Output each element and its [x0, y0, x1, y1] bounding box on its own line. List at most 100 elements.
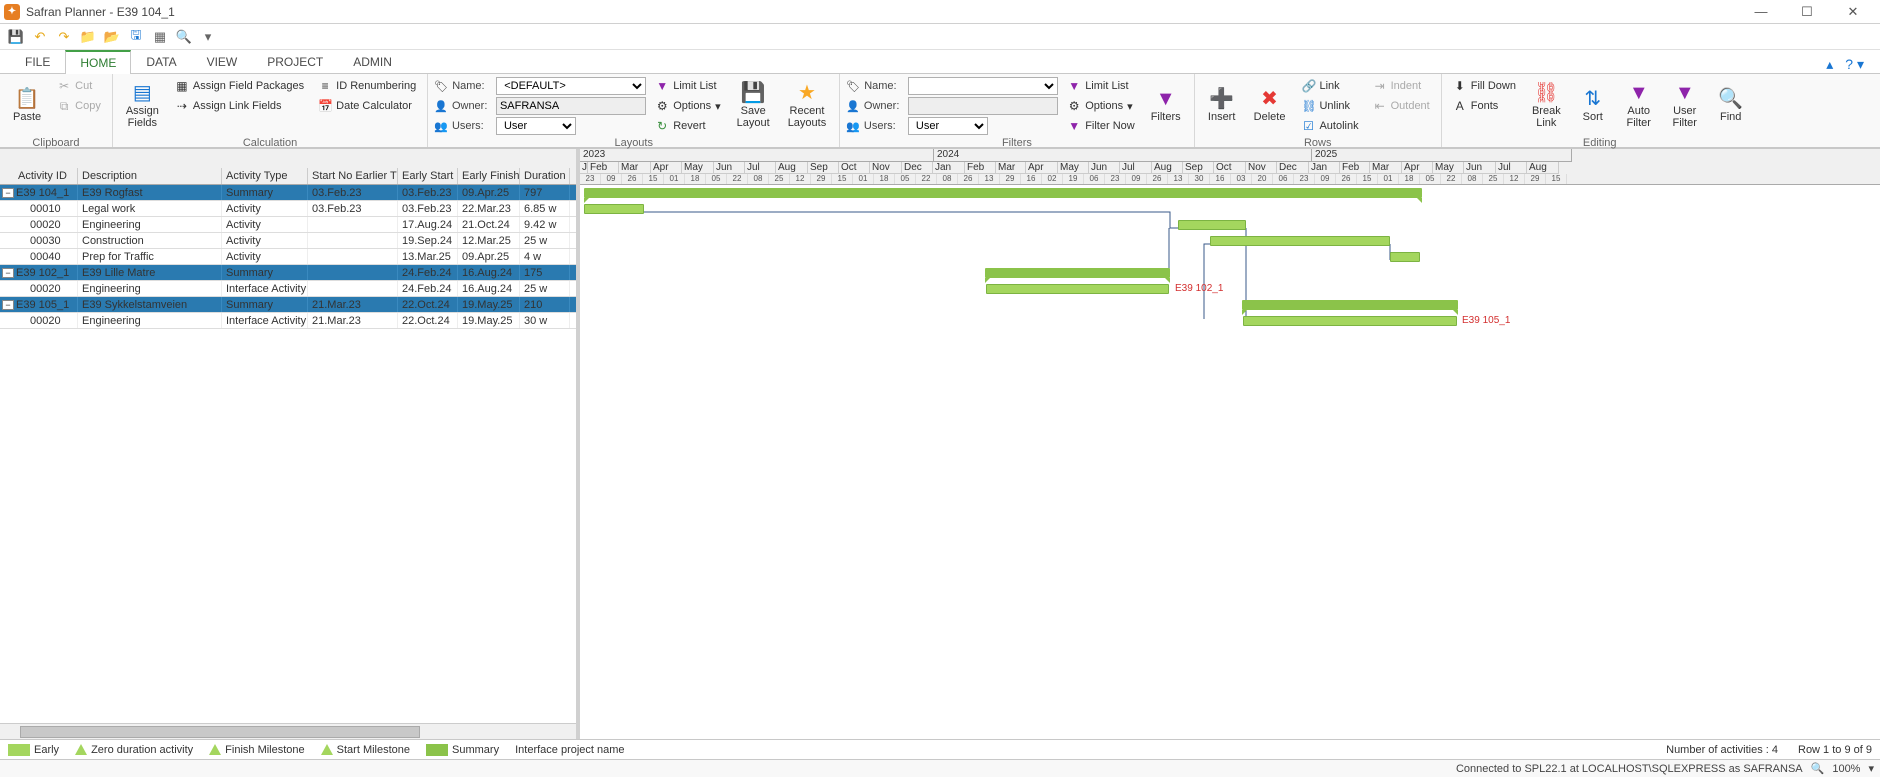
table-row[interactable]: 00040Prep for TrafficActivity13.Mar.2509…	[0, 249, 576, 265]
help-icon[interactable]: ? ▾	[1839, 56, 1870, 73]
layout-name-select[interactable]: <DEFAULT>	[496, 77, 646, 95]
filter-users-label: Users:	[864, 120, 904, 132]
outdent-button[interactable]: ⇤Outdent	[1368, 96, 1435, 116]
assign-link-fields-button[interactable]: ⇢Assign Link Fields	[170, 96, 309, 116]
delete-button[interactable]: ✖Delete	[1247, 76, 1293, 136]
col-description[interactable]: Description	[78, 168, 222, 184]
col-early-finish[interactable]: Early Finish	[458, 168, 520, 184]
minimize-button[interactable]: —	[1738, 0, 1784, 24]
page-icon[interactable]: ▾	[198, 27, 218, 47]
filter-users-select[interactable]: User	[908, 117, 988, 135]
collapse-ribbon-icon[interactable]: ▴	[1820, 56, 1839, 73]
layout-owner-input[interactable]	[496, 97, 646, 115]
tab-home[interactable]: HOME	[65, 50, 131, 74]
collapse-icon[interactable]: −	[2, 300, 14, 310]
collapse-icon[interactable]: −	[2, 268, 14, 278]
table-row[interactable]: −E39 105_1E39 SykkelstamveienSummary21.M…	[0, 297, 576, 313]
layout-options-button[interactable]: ⚙Options ▾	[650, 96, 725, 116]
revert-button[interactable]: ↻Revert	[650, 116, 725, 136]
task-bar[interactable]	[1243, 316, 1457, 326]
table-row[interactable]: 00020EngineeringInterface Activity24.Feb…	[0, 281, 576, 297]
summary-bar[interactable]	[584, 188, 1422, 198]
maximize-button[interactable]: ☐	[1784, 0, 1830, 24]
collapse-icon[interactable]: −	[2, 188, 14, 198]
link-button[interactable]: 🔗Link	[1296, 76, 1363, 96]
save2-icon[interactable]: 🖫	[126, 27, 146, 47]
find-button[interactable]: 🔍Find	[1710, 76, 1752, 136]
insert-button[interactable]: ➕Insert	[1201, 76, 1243, 136]
col-activity-id[interactable]: Activity ID	[0, 168, 78, 184]
tab-project[interactable]: PROJECT	[252, 50, 338, 73]
fill-down-button[interactable]: ⬇Fill Down	[1448, 76, 1521, 96]
bar-label: E39 105_1	[1462, 315, 1510, 326]
filter-now-button[interactable]: ▼Filter Now	[1062, 116, 1140, 136]
table-row[interactable]: −E39 102_1E39 Lille MatreSummary24.Feb.2…	[0, 265, 576, 281]
indent-button[interactable]: ⇥Indent	[1368, 76, 1435, 96]
sort-button[interactable]: ⇅Sort	[1572, 76, 1614, 136]
activity-count: Number of activities : 4	[1666, 744, 1778, 756]
fonts-button[interactable]: AFonts	[1448, 96, 1521, 116]
col-duration[interactable]: Duration	[520, 168, 570, 184]
filter-owner-input[interactable]	[908, 97, 1058, 115]
break-link-button[interactable]: ⛓Break Link	[1525, 76, 1568, 136]
paste-button[interactable]: 📋Paste	[6, 76, 48, 136]
col-snlt[interactable]: Start No Earlier Than	[308, 168, 398, 184]
table-icon[interactable]: ▦	[150, 27, 170, 47]
quick-access-toolbar: 💾 ↶ ↷ 📁 📂 🖫 ▦ 🔍 ▾	[0, 24, 1880, 50]
filter-options-button[interactable]: ⚙Options ▾	[1062, 96, 1140, 116]
folder-open-icon[interactable]: 📂	[102, 27, 122, 47]
group-label: Rows	[1201, 136, 1435, 150]
table-row[interactable]: 00020EngineeringInterface Activity21.Mar…	[0, 313, 576, 329]
zoom-icon[interactable]: 🔍	[1811, 762, 1825, 775]
table-row[interactable]: 00020EngineeringActivity17.Aug.2421.Oct.…	[0, 217, 576, 233]
tab-admin[interactable]: ADMIN	[338, 50, 407, 73]
table-row[interactable]: −E39 104_1E39 RogfastSummary03.Feb.2303.…	[0, 185, 576, 201]
legend-interface: Interface project name	[515, 744, 624, 756]
table-row[interactable]: 00010Legal workActivity03.Feb.2303.Feb.2…	[0, 201, 576, 217]
task-bar[interactable]	[1210, 236, 1390, 246]
app-icon: ✦	[4, 4, 20, 20]
undo-icon[interactable]: ↶	[30, 27, 50, 47]
id-renumbering-button[interactable]: ≡ID Renumbering	[313, 76, 421, 96]
save-layout-button[interactable]: 💾Save Layout	[730, 76, 777, 136]
tab-view[interactable]: VIEW	[192, 50, 253, 73]
legend-summary: Summary	[452, 744, 499, 756]
col-early-start[interactable]: Early Start	[398, 168, 458, 184]
save-icon[interactable]: 💾	[6, 27, 26, 47]
limit-list-button[interactable]: ▼Limit List	[650, 76, 725, 96]
date-calculator-button[interactable]: 📅Date Calculator	[313, 96, 421, 116]
task-bar[interactable]	[584, 204, 644, 214]
autolink-button[interactable]: ☑Autolink	[1296, 116, 1363, 136]
redo-icon[interactable]: ↷	[54, 27, 74, 47]
layout-users-select[interactable]: User	[496, 117, 576, 135]
filters-button[interactable]: ▼Filters	[1144, 76, 1188, 136]
col-activity-type[interactable]: Activity Type	[222, 168, 308, 184]
assign-field-packages-button[interactable]: ▦Assign Field Packages	[170, 76, 309, 96]
copy-button[interactable]: ⧉Copy	[52, 96, 106, 116]
table-row[interactable]: 00030ConstructionActivity19.Sep.2412.Mar…	[0, 233, 576, 249]
window-title: Safran Planner - E39 104_1	[26, 5, 175, 19]
summary-bar[interactable]	[1242, 300, 1458, 310]
unlink-button[interactable]: ⛓Unlink	[1296, 96, 1363, 116]
filter-name-select[interactable]	[908, 77, 1058, 95]
assign-fields-button[interactable]: ▤Assign Fields	[119, 76, 166, 136]
statusbar: Connected to SPL22.1 at LOCALHOST\SQLEXP…	[0, 759, 1880, 777]
grid-hscrollbar[interactable]	[0, 723, 576, 739]
tab-file[interactable]: FILE	[10, 50, 65, 73]
task-bar[interactable]	[1390, 252, 1420, 262]
task-bar[interactable]	[1178, 220, 1246, 230]
print-preview-icon[interactable]: 🔍	[174, 27, 194, 47]
folder-icon[interactable]: 📁	[78, 27, 98, 47]
summary-bar[interactable]	[985, 268, 1170, 278]
zoom-level[interactable]: 100%	[1832, 763, 1860, 775]
user-filter-button[interactable]: ▼User Filter	[1664, 76, 1706, 136]
tab-data[interactable]: DATA	[131, 50, 191, 73]
zoom-dropdown-icon[interactable]: ▾	[1868, 762, 1874, 775]
legend-bar: Early Zero duration activity Finish Mile…	[0, 739, 1880, 759]
task-bar[interactable]	[986, 284, 1169, 294]
cut-button[interactable]: ✂Cut	[52, 76, 106, 96]
recent-layouts-button[interactable]: ★Recent Layouts	[781, 76, 834, 136]
auto-filter-button[interactable]: ▼Auto Filter	[1618, 76, 1660, 136]
close-button[interactable]: ✕	[1830, 0, 1876, 24]
filter-limit-list-button[interactable]: ▼Limit List	[1062, 76, 1140, 96]
